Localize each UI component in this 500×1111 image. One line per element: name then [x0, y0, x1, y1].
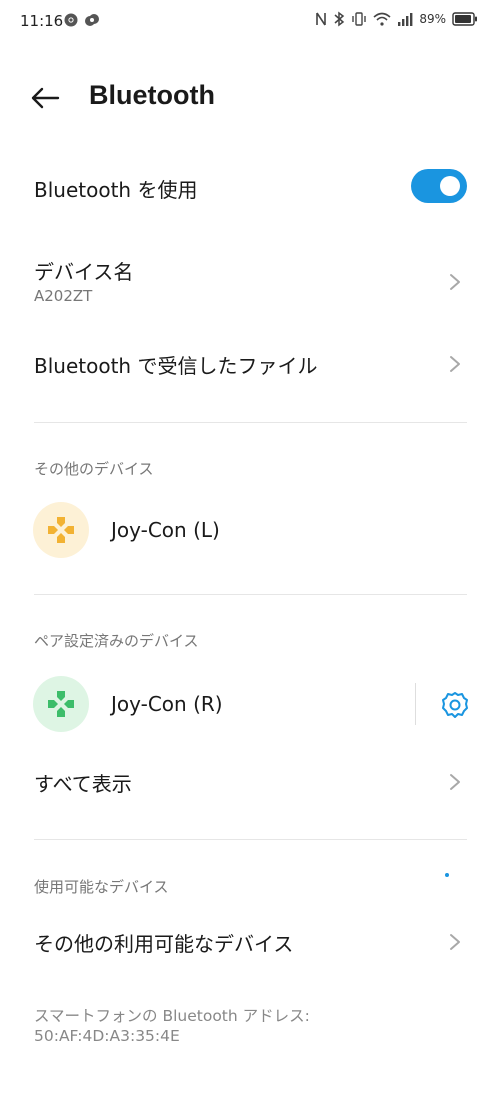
device-name-label: デバイス名 [34, 260, 134, 284]
use-bluetooth-label: Bluetooth を使用 [34, 178, 198, 202]
divider [34, 594, 467, 595]
back-button[interactable] [30, 82, 70, 114]
divider [34, 839, 467, 840]
battery-icon [452, 12, 477, 26]
status-notification-icons [64, 13, 100, 27]
wifi-icon [373, 12, 391, 26]
battery-percentage: 89% [419, 12, 446, 26]
bluetooth-settings-screen: 11:16 89% Bluetooth Bluetooth を使用 デバイス名 … [0, 0, 500, 1111]
bluetooth-address-value: 50:AF:4D:A3:35:4E [34, 1027, 180, 1045]
toggle-knob [440, 176, 460, 196]
chevron-right-icon [450, 274, 460, 290]
gamepad-icon [48, 517, 74, 543]
device-name-text: Joy-Con (L) [111, 518, 220, 542]
vertical-separator [415, 683, 416, 725]
cloud-app-icon [85, 14, 99, 26]
received-files-label: Bluetooth で受信したファイル [34, 354, 318, 378]
status-bar: 11:16 89% [0, 0, 500, 44]
chevron-right-icon [450, 356, 460, 372]
bluetooth-status-icon [334, 11, 345, 27]
show-all-row[interactable]: すべて表示 [0, 756, 500, 808]
divider [34, 422, 467, 423]
other-available-devices-label: その他の利用可能なデバイス [34, 932, 294, 956]
device-name-text: Joy-Con (R) [111, 692, 223, 716]
scanning-indicator [445, 873, 449, 877]
gamepad-icon [48, 691, 74, 717]
chevron-right-icon [450, 934, 460, 950]
chrome-icon [64, 13, 78, 27]
device-name-value: A202ZT [34, 287, 93, 305]
signal-icon [398, 13, 413, 26]
device-settings-button[interactable] [440, 690, 470, 720]
nfc-icon [316, 12, 327, 26]
gear-icon [442, 692, 468, 718]
page-title: Bluetooth [89, 80, 215, 110]
bluetooth-toggle-switch[interactable] [411, 169, 467, 203]
paired-devices-header: ペア設定済みのデバイス [34, 632, 199, 650]
other-devices-header: その他のデバイス [34, 460, 154, 478]
chevron-right-icon [450, 774, 460, 790]
device-name-row[interactable]: デバイス名 A202ZT [0, 250, 500, 314]
device-row-joycon-r[interactable]: Joy-Con (R) [0, 674, 410, 734]
vibrate-icon [352, 12, 367, 26]
other-available-devices-row[interactable]: その他の利用可能なデバイス [0, 916, 500, 968]
status-system-icons: 89% [315, 11, 478, 27]
device-icon-circle [33, 676, 89, 732]
device-row-joycon-l[interactable]: Joy-Con (L) [0, 500, 500, 560]
received-files-row[interactable]: Bluetooth で受信したファイル [0, 338, 500, 390]
bluetooth-address-label: スマートフォンの Bluetooth アドレス: [34, 1007, 310, 1025]
device-icon-circle [33, 502, 89, 558]
show-all-label: すべて表示 [34, 772, 132, 796]
back-arrow-icon [31, 87, 60, 109]
available-devices-header: 使用可能なデバイス [34, 878, 169, 896]
status-time: 11:16 [20, 12, 64, 30]
